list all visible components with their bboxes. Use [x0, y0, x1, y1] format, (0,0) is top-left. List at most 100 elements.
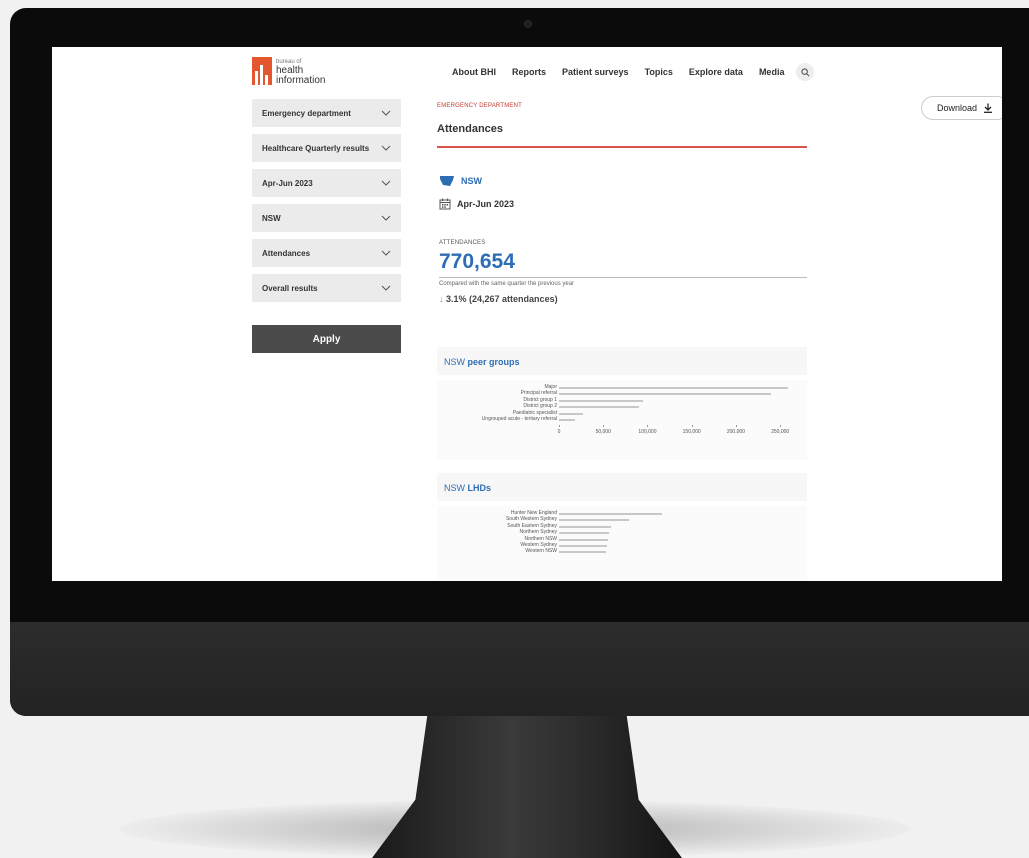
stat-value: 770,654 [439, 250, 515, 273]
chart-tick-mark [780, 425, 782, 428]
change-value: 3.1% (24,267 attendances) [446, 294, 558, 304]
chart-category-label: Northern Sydney [519, 529, 557, 536]
chevron-down-icon [381, 215, 391, 221]
region-indicator: NSW [439, 175, 482, 187]
filter-label: Emergency department [262, 108, 351, 118]
chart-bar[interactable] [559, 551, 606, 554]
chart-bar[interactable] [559, 406, 639, 409]
period-label: Apr-Jun 2023 [457, 199, 515, 209]
chevron-down-icon [381, 250, 391, 256]
chart-tick-label: 200,000 [726, 429, 745, 436]
chart-bar[interactable] [559, 412, 583, 415]
apply-button[interactable]: Apply [252, 325, 401, 353]
filter-period[interactable]: Apr-Jun 2023 [252, 169, 401, 197]
nav-media[interactable]: Media [759, 67, 785, 77]
chevron-down-icon [381, 285, 391, 291]
chart-bar[interactable] [559, 419, 575, 421]
screen: bureau of health information About BHI R… [52, 47, 1002, 581]
chart-bar[interactable] [559, 538, 608, 541]
breadcrumb[interactable]: EMERGENCY DEPARTMENT [437, 103, 522, 109]
chart-tick-mark [691, 425, 693, 428]
stat-label: ATTENDANCES [439, 240, 486, 246]
stat-divider [439, 277, 807, 278]
chart-tick-mark [647, 425, 649, 428]
filter-healthcare-quarterly-results[interactable]: Healthcare Quarterly results [252, 134, 401, 162]
chart-bar[interactable] [559, 393, 772, 396]
chart-category-label: Major [544, 384, 557, 390]
filter-result-type[interactable]: Overall results [252, 274, 401, 302]
chart-bar[interactable] [559, 545, 607, 547]
change-text: ↓ 3.1% (24,267 attendances) [439, 294, 558, 304]
chart-category-label: District group 2 [523, 403, 557, 410]
title-divider [437, 146, 807, 148]
chart-tick-label: 0 [557, 429, 561, 436]
lhds-card-header: NSW LHDs [437, 473, 807, 501]
chart-bar[interactable] [559, 513, 662, 515]
monitor-stand [372, 712, 682, 858]
chart-tick-label: 250,000 [771, 429, 790, 436]
nav-reports[interactable]: Reports [512, 67, 546, 77]
search-button[interactable] [796, 63, 815, 81]
chart-tick-mark [559, 425, 560, 428]
period-indicator: Apr-Jun 2023 [439, 198, 514, 210]
nsw-map-icon [440, 176, 454, 186]
card-prefix: NSW [444, 357, 465, 367]
logo-text: bureau of health information [276, 59, 325, 86]
filter-label: Overall results [262, 283, 318, 293]
chevron-down-icon [381, 110, 391, 116]
chart-bar[interactable] [559, 532, 609, 535]
chart-bar[interactable] [559, 519, 629, 522]
chart-category-label: Western NSW [525, 548, 557, 555]
main-nav: About BHI Reports Patient surveys Topics… [452, 63, 815, 81]
chart-category-label: Paediatric specialist [512, 409, 557, 416]
card-title: peer groups [467, 357, 520, 367]
peer-groups-card-header: NSW peer groups [437, 347, 807, 375]
card-prefix: NSW [444, 483, 465, 493]
filter-label: Healthcare Quarterly results [262, 143, 370, 153]
filter-region[interactable]: NSW [252, 204, 401, 232]
chart-bar[interactable] [559, 399, 644, 402]
chart-tick-mark [735, 425, 737, 428]
chevron-down-icon [381, 145, 391, 151]
nav-explore-data[interactable]: Explore data [689, 67, 743, 77]
download-icon [984, 103, 993, 113]
nav-patient-surveys[interactable]: Patient surveys [562, 67, 629, 77]
compare-text: Compared with the same quarter the previ… [439, 281, 575, 287]
camera-icon [524, 20, 532, 28]
chart-category-label: South Western Sydney [505, 516, 557, 523]
logo-line-3: information [276, 75, 326, 86]
arrow-down-icon: ↓ [439, 294, 444, 304]
chart-tick-label: 100,000 [638, 429, 657, 436]
peer-groups-chart: Major Principal referral District group 1D… [437, 380, 807, 460]
nav-about-bhi[interactable]: About BHI [452, 67, 496, 77]
download-label: Download [936, 103, 978, 113]
filter-panel: Emergency department Healthcare Quarterl… [252, 99, 401, 353]
page-title: Attendances [437, 123, 504, 135]
filter-label: NSW [262, 213, 281, 223]
site-logo[interactable]: bureau of health information [252, 57, 342, 87]
chart-category-label: Western Sydney [520, 542, 557, 548]
chart-bar[interactable] [559, 525, 612, 528]
filter-label: Attendances [262, 248, 311, 258]
chart-category-label: Northern NSW [524, 535, 557, 542]
card-title: LHDs [467, 483, 492, 493]
download-button[interactable]: Download [921, 96, 1002, 120]
nav-topics[interactable]: Topics [645, 67, 673, 77]
chart-category-label: District group 1 [523, 396, 557, 403]
chart-category-label: Ungrouped acute - tertiary referral [481, 416, 557, 422]
chart-category-label: South Eastern Sydney [507, 522, 557, 529]
filter-emergency-department[interactable]: Emergency department [252, 99, 401, 127]
calendar-icon [439, 198, 451, 210]
search-icon [801, 67, 810, 76]
chart-bar[interactable] [559, 387, 789, 389]
chevron-down-icon [381, 180, 391, 186]
chart-tick-label: 150,000 [682, 429, 701, 436]
filter-measure[interactable]: Attendances [252, 239, 401, 267]
monitor-chin [10, 622, 1029, 716]
filter-label: Apr-Jun 2023 [262, 178, 313, 188]
logo-mark-icon [252, 57, 272, 85]
chart-category-label: Principal referral [520, 390, 557, 397]
lhds-chart: Hunter New England South Western Sydney So… [437, 506, 807, 581]
chart-category-label: Hunter New England [510, 510, 557, 516]
chart-tick-mark [603, 425, 605, 428]
